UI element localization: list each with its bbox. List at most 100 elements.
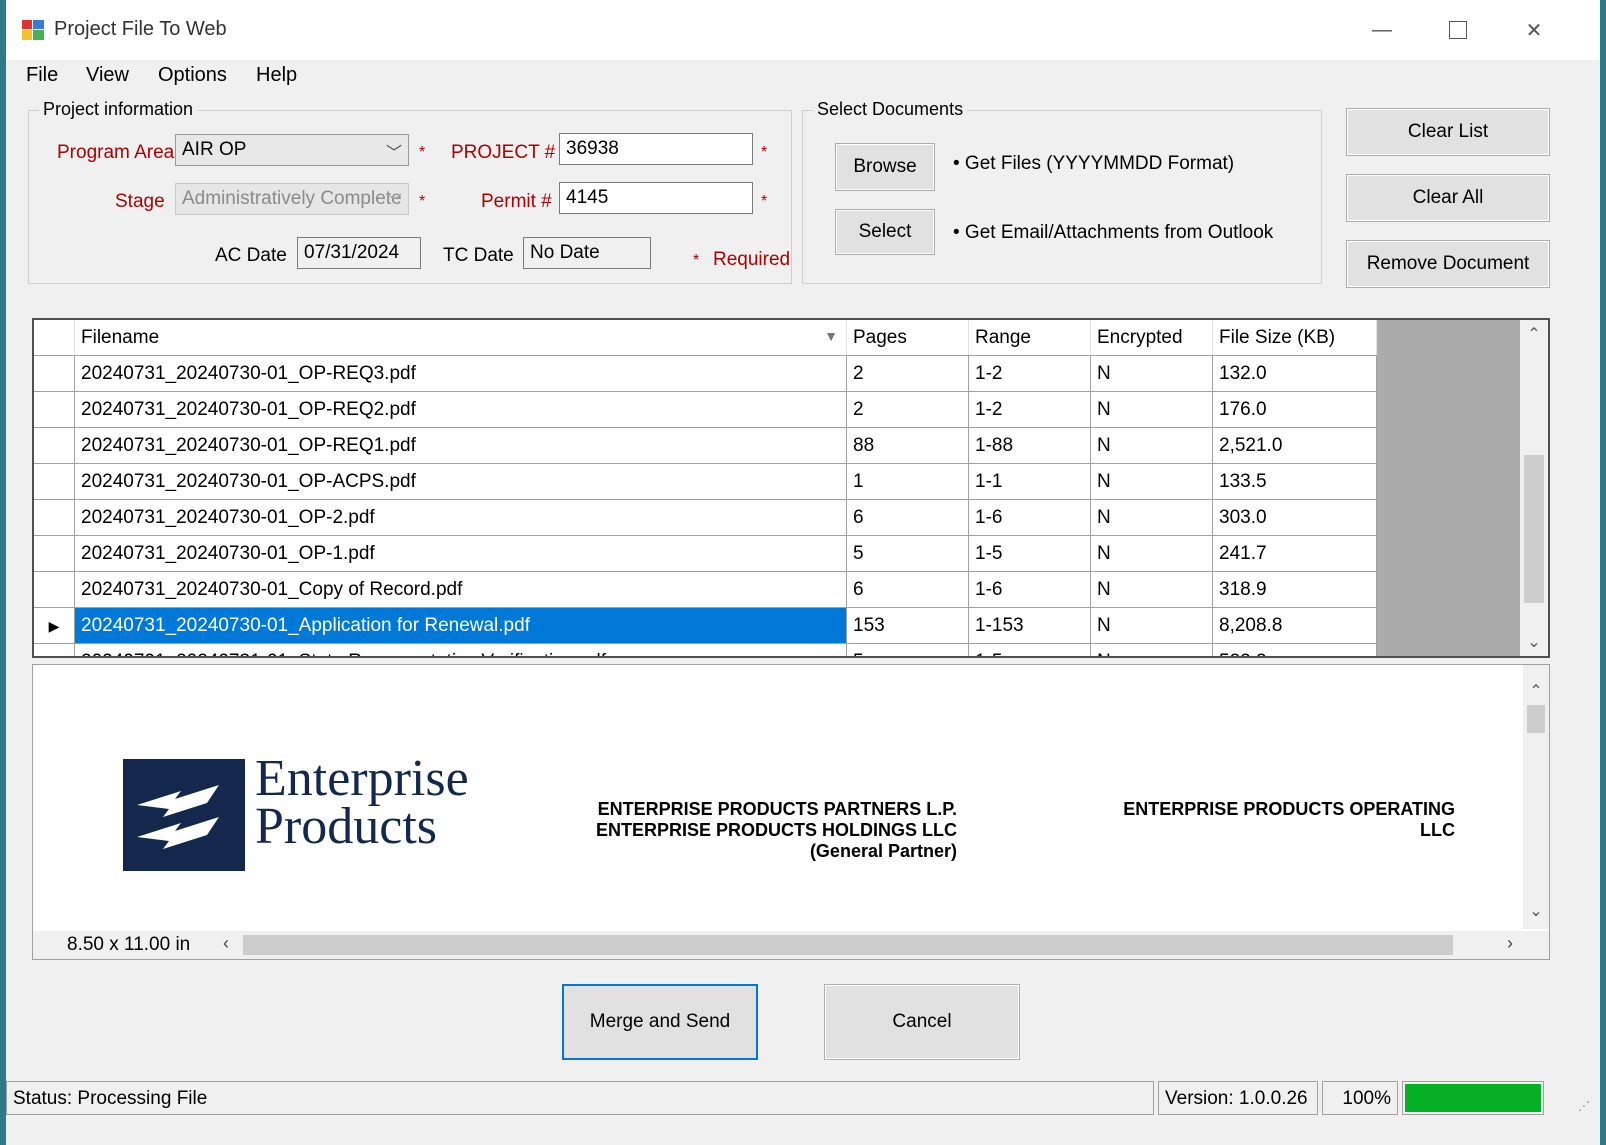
preview-vertical-scrollbar[interactable]: ⌃ ⌄ bbox=[1523, 665, 1549, 929]
table-row[interactable]: 20240731_20240730-01_OP-REQ1.pdf 88 1-88 N 2… bbox=[34, 427, 1377, 464]
file-size-cell[interactable]: 522.2 bbox=[1212, 643, 1377, 656]
pages-cell[interactable]: 5 bbox=[846, 643, 969, 656]
row-header[interactable] bbox=[34, 535, 75, 572]
browse-button[interactable]: Browse bbox=[835, 143, 935, 191]
filename-cell[interactable]: 20240731_20240730-01_Application for Ren… bbox=[74, 607, 847, 644]
pages-cell[interactable]: 2 bbox=[846, 391, 969, 428]
permit-input[interactable] bbox=[559, 182, 753, 214]
remove-document-button[interactable]: Remove Document bbox=[1346, 240, 1550, 288]
resize-grip-icon[interactable]: ⋰ bbox=[1578, 1099, 1590, 1113]
grid-scroll-thumb[interactable] bbox=[1524, 455, 1544, 603]
column-header-encrypted[interactable]: Encrypted bbox=[1090, 320, 1213, 356]
encrypted-cell[interactable]: N bbox=[1090, 571, 1213, 608]
filename-cell[interactable]: 20240731_20240730-01_OP-ACPS.pdf bbox=[74, 463, 847, 500]
row-header[interactable] bbox=[34, 643, 75, 656]
file-size-cell[interactable]: 303.0 bbox=[1212, 499, 1377, 536]
pages-cell[interactable]: 5 bbox=[846, 535, 969, 572]
range-cell[interactable]: 1-2 bbox=[968, 355, 1091, 392]
encrypted-cell[interactable]: N bbox=[1090, 499, 1213, 536]
encrypted-cell[interactable]: N bbox=[1090, 643, 1213, 656]
clear-list-button[interactable]: Clear List bbox=[1346, 108, 1550, 156]
encrypted-cell[interactable]: N bbox=[1090, 391, 1213, 428]
range-cell[interactable]: 1-153 bbox=[968, 607, 1091, 644]
tc-date-input[interactable] bbox=[523, 237, 651, 269]
encrypted-cell[interactable]: N bbox=[1090, 463, 1213, 500]
row-header[interactable]: ▶ bbox=[34, 607, 75, 644]
encrypted-cell[interactable]: N bbox=[1090, 355, 1213, 392]
range-cell[interactable]: 1-6 bbox=[968, 499, 1091, 536]
table-row[interactable]: ▶ 20240731_20240730-01_Application for Re… bbox=[34, 607, 1377, 644]
range-cell[interactable]: 1-5 bbox=[968, 643, 1091, 656]
row-header[interactable] bbox=[34, 427, 75, 464]
filename-cell[interactable]: 20240731_20240730-01_OP-REQ1.pdf bbox=[74, 427, 847, 464]
pages-cell[interactable]: 1 bbox=[846, 463, 969, 500]
column-header-pages[interactable]: Pages bbox=[846, 320, 969, 356]
table-row[interactable]: 20240731_20240730-01_Copy of Record.pdf 6… bbox=[34, 571, 1377, 608]
column-header-filename[interactable]: Filename ▼ bbox=[74, 320, 847, 356]
row-header[interactable] bbox=[34, 571, 75, 608]
filename-cell[interactable]: 20240701_20240731-01_State Representativ… bbox=[74, 643, 847, 656]
pages-cell[interactable]: 88 bbox=[846, 427, 969, 464]
file-size-cell[interactable]: 241.7 bbox=[1212, 535, 1377, 572]
pages-cell[interactable]: 153 bbox=[846, 607, 969, 644]
filename-cell[interactable]: 20240731_20240730-01_Copy of Record.pdf bbox=[74, 571, 847, 608]
cancel-button[interactable]: Cancel bbox=[824, 984, 1020, 1060]
column-header-range[interactable]: Range bbox=[968, 320, 1091, 356]
program-area-select[interactable]: AIR OP ﹀ bbox=[175, 134, 409, 166]
menu-view[interactable]: View bbox=[86, 64, 129, 87]
scroll-right-icon[interactable]: › bbox=[1507, 933, 1513, 954]
scroll-up-icon[interactable]: ⌃ bbox=[1520, 324, 1548, 344]
encrypted-cell[interactable]: N bbox=[1090, 535, 1213, 572]
menu-help[interactable]: Help bbox=[256, 64, 297, 87]
ac-date-input[interactable] bbox=[297, 237, 421, 269]
range-cell[interactable]: 1-6 bbox=[968, 571, 1091, 608]
range-cell[interactable]: 1-1 bbox=[968, 463, 1091, 500]
range-cell[interactable]: 1-88 bbox=[968, 427, 1091, 464]
scroll-left-icon[interactable]: ‹ bbox=[223, 933, 229, 954]
close-button[interactable]: ✕ bbox=[1512, 10, 1556, 50]
filename-cell[interactable]: 20240731_20240730-01_OP-REQ3.pdf bbox=[74, 355, 847, 392]
file-size-cell[interactable]: 8,208.8 bbox=[1212, 607, 1377, 644]
row-header[interactable] bbox=[34, 391, 75, 428]
encrypted-cell[interactable]: N bbox=[1090, 607, 1213, 644]
select-button[interactable]: Select bbox=[835, 209, 935, 255]
row-header[interactable] bbox=[34, 499, 75, 536]
table-row[interactable]: 20240701_20240731-01_State Representativ… bbox=[34, 643, 1377, 656]
range-cell[interactable]: 1-2 bbox=[968, 391, 1091, 428]
pages-cell[interactable]: 2 bbox=[846, 355, 969, 392]
file-size-cell[interactable]: 318.9 bbox=[1212, 571, 1377, 608]
project-number-input[interactable] bbox=[559, 133, 753, 165]
row-header[interactable] bbox=[34, 463, 75, 500]
menu-options[interactable]: Options bbox=[158, 64, 227, 87]
encrypted-cell[interactable]: N bbox=[1090, 427, 1213, 464]
table-row[interactable]: 20240731_20240730-01_OP-ACPS.pdf 1 1-1 N 133… bbox=[34, 463, 1377, 500]
row-header[interactable] bbox=[34, 355, 75, 392]
pages-cell[interactable]: 6 bbox=[846, 571, 969, 608]
stage-select[interactable]: Administratively Complete ﹀ bbox=[175, 183, 409, 215]
minimize-button[interactable]: — bbox=[1360, 10, 1404, 50]
preview-horizontal-scrollbar[interactable]: 8.50 x 11.00 in ‹ › bbox=[33, 931, 1549, 959]
range-cell[interactable]: 1-5 bbox=[968, 535, 1091, 572]
preview-vscroll-thumb[interactable] bbox=[1527, 705, 1545, 733]
scroll-down-icon[interactable]: ⌄ bbox=[1520, 632, 1548, 652]
file-size-cell[interactable]: 176.0 bbox=[1212, 391, 1377, 428]
table-row[interactable]: 20240731_20240730-01_OP-2.pdf 6 1-6 N 303.0 bbox=[34, 499, 1377, 536]
file-size-cell[interactable]: 132.0 bbox=[1212, 355, 1377, 392]
menu-file[interactable]: File bbox=[26, 64, 58, 87]
file-size-cell[interactable]: 2,521.0 bbox=[1212, 427, 1377, 464]
table-row[interactable]: 20240731_20240730-01_OP-REQ3.pdf 2 1-2 N 132… bbox=[34, 355, 1377, 392]
filename-cell[interactable]: 20240731_20240730-01_OP-1.pdf bbox=[74, 535, 847, 572]
maximize-button[interactable] bbox=[1436, 10, 1480, 50]
table-row[interactable]: 20240731_20240730-01_OP-1.pdf 5 1-5 N 241.7 bbox=[34, 535, 1377, 572]
table-row[interactable]: 20240731_20240730-01_OP-REQ2.pdf 2 1-2 N 176… bbox=[34, 391, 1377, 428]
pages-cell[interactable]: 6 bbox=[846, 499, 969, 536]
filename-cell[interactable]: 20240731_20240730-01_OP-REQ2.pdf bbox=[74, 391, 847, 428]
scroll-down-icon[interactable]: ⌄ bbox=[1523, 901, 1549, 921]
merge-and-send-button[interactable]: Merge and Send bbox=[562, 984, 758, 1060]
preview-hscroll-thumb[interactable] bbox=[243, 935, 1453, 955]
scroll-up-icon[interactable]: ⌃ bbox=[1523, 681, 1549, 701]
column-header-file-size[interactable]: File Size (KB) bbox=[1212, 320, 1377, 356]
file-size-cell[interactable]: 133.5 bbox=[1212, 463, 1377, 500]
clear-all-button[interactable]: Clear All bbox=[1346, 174, 1550, 222]
grid-vertical-scrollbar[interactable]: ⌃ ⌄ bbox=[1520, 320, 1548, 656]
